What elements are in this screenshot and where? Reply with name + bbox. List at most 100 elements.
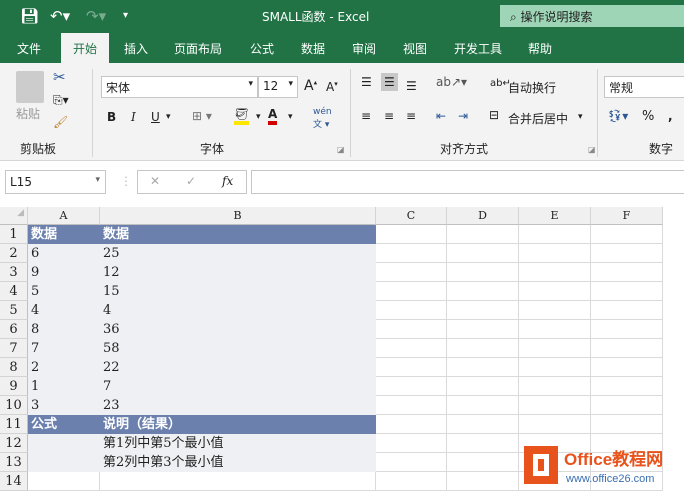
column-header-E[interactable]: E [519, 207, 591, 225]
cell-E4[interactable] [519, 282, 591, 301]
column-header-F[interactable]: F [591, 207, 663, 225]
underline-button[interactable]: U [151, 110, 160, 124]
cell-B3[interactable]: 12 [100, 263, 376, 282]
cell-F8[interactable] [591, 358, 663, 377]
row-header-13[interactable]: 13 [0, 453, 28, 472]
align-right-icon[interactable]: ≡ [406, 109, 416, 123]
row-header-5[interactable]: 5 [0, 301, 28, 320]
number-format-select[interactable]: 常规 [604, 76, 684, 98]
tell-me-search[interactable]: ⌕ 操作说明搜索 [500, 5, 684, 27]
align-center-icon[interactable]: ≡ [384, 109, 394, 123]
cell-E6[interactable] [519, 320, 591, 339]
cell-C14[interactable] [376, 472, 447, 491]
cell-E5[interactable] [519, 301, 591, 320]
cell-A6[interactable]: 8 [28, 320, 100, 339]
tab-file[interactable]: 文件 [17, 40, 41, 57]
cell-D7[interactable] [447, 339, 519, 358]
paste-button[interactable]: 粘贴 [16, 105, 40, 122]
cell-F7[interactable] [591, 339, 663, 358]
cell-C7[interactable] [376, 339, 447, 358]
cell-C6[interactable] [376, 320, 447, 339]
cell-A11[interactable]: 公式 [28, 415, 100, 434]
column-header-C[interactable]: C [376, 207, 447, 225]
cell-D13[interactable] [447, 453, 519, 472]
borders-icon[interactable]: ⊞ ▾ [192, 109, 212, 123]
cell-A12[interactable] [28, 434, 100, 453]
increase-indent-icon[interactable]: ⇥ [458, 109, 468, 123]
cell-E9[interactable] [519, 377, 591, 396]
cell-A13[interactable] [28, 453, 100, 472]
align-left-icon[interactable]: ≡ [361, 109, 371, 123]
cell-D11[interactable] [447, 415, 519, 434]
tab-home[interactable]: 开始 [61, 33, 110, 63]
increase-font-icon[interactable]: A▴ [304, 78, 317, 94]
cell-F4[interactable] [591, 282, 663, 301]
cell-D6[interactable] [447, 320, 519, 339]
chevron-down-icon[interactable]: ▾ [256, 112, 261, 122]
redo-icon[interactable]: ↷▾ [86, 7, 106, 25]
formula-input[interactable] [251, 170, 684, 194]
decrease-font-icon[interactable]: A▾ [326, 80, 338, 94]
copy-icon[interactable]: ⎘▾ [53, 93, 69, 108]
cell-C2[interactable] [376, 244, 447, 263]
cell-C11[interactable] [376, 415, 447, 434]
percent-button[interactable]: % [642, 109, 654, 124]
cell-B5[interactable]: 4 [100, 301, 376, 320]
cell-D2[interactable] [447, 244, 519, 263]
cell-A1[interactable]: 数据 [28, 225, 100, 244]
italic-button[interactable]: I [131, 110, 136, 124]
enter-icon[interactable]: ✓ [186, 174, 196, 188]
tab-data[interactable]: 数据 [301, 40, 325, 57]
cell-C1[interactable] [376, 225, 447, 244]
cell-B14[interactable] [100, 472, 376, 491]
cell-E8[interactable] [519, 358, 591, 377]
cell-C12[interactable] [376, 434, 447, 453]
merge-center-button[interactable]: 合并后居中 [508, 110, 568, 127]
insert-function-icon[interactable]: fx [222, 174, 233, 188]
cell-B6[interactable]: 36 [100, 320, 376, 339]
tab-help[interactable]: 帮助 [528, 40, 552, 57]
cell-B1[interactable]: 数据 [100, 225, 376, 244]
row-header-3[interactable]: 3 [0, 263, 28, 282]
cell-C4[interactable] [376, 282, 447, 301]
cell-A7[interactable]: 7 [28, 339, 100, 358]
chevron-down-icon[interactable]: ▾ [288, 112, 293, 122]
chevron-down-icon[interactable]: ▾ [166, 112, 171, 122]
cell-A10[interactable]: 3 [28, 396, 100, 415]
row-header-2[interactable]: 2 [0, 244, 28, 263]
cell-A9[interactable]: 1 [28, 377, 100, 396]
tab-formulas[interactable]: 公式 [250, 40, 274, 57]
cell-B11[interactable]: 说明（结果） [100, 415, 376, 434]
row-header-8[interactable]: 8 [0, 358, 28, 377]
format-painter-icon[interactable]: 🖌︎ [53, 115, 68, 129]
row-header-1[interactable]: 1 [0, 225, 28, 244]
cell-B4[interactable]: 15 [100, 282, 376, 301]
cell-E2[interactable] [519, 244, 591, 263]
cell-D14[interactable] [447, 472, 519, 491]
accounting-format-icon[interactable]: 💱︎▾ [607, 109, 628, 123]
row-header-9[interactable]: 9 [0, 377, 28, 396]
comma-button[interactable]: , [668, 109, 673, 123]
cell-F3[interactable] [591, 263, 663, 282]
dialog-launcher-icon[interactable]: ◪ [588, 145, 596, 154]
cell-B8[interactable]: 22 [100, 358, 376, 377]
cell-F10[interactable] [591, 396, 663, 415]
row-header-10[interactable]: 10 [0, 396, 28, 415]
align-top-icon[interactable]: ☰ [361, 75, 372, 89]
wrap-text-button[interactable]: 自动换行 [508, 79, 556, 96]
cell-C10[interactable] [376, 396, 447, 415]
column-header-A[interactable]: A [28, 207, 100, 225]
cut-icon[interactable]: ✂ [53, 68, 66, 86]
row-header-11[interactable]: 11 [0, 415, 28, 434]
row-header-14[interactable]: 14 [0, 472, 28, 491]
align-middle-icon[interactable]: ☰ [381, 73, 398, 91]
cell-D10[interactable] [447, 396, 519, 415]
cell-C13[interactable] [376, 453, 447, 472]
cell-F11[interactable] [591, 415, 663, 434]
orientation-icon[interactable]: ab↗▾ [436, 75, 467, 89]
cell-A8[interactable]: 2 [28, 358, 100, 377]
cell-D12[interactable] [447, 434, 519, 453]
cell-D8[interactable] [447, 358, 519, 377]
cell-D4[interactable] [447, 282, 519, 301]
cell-F6[interactable] [591, 320, 663, 339]
